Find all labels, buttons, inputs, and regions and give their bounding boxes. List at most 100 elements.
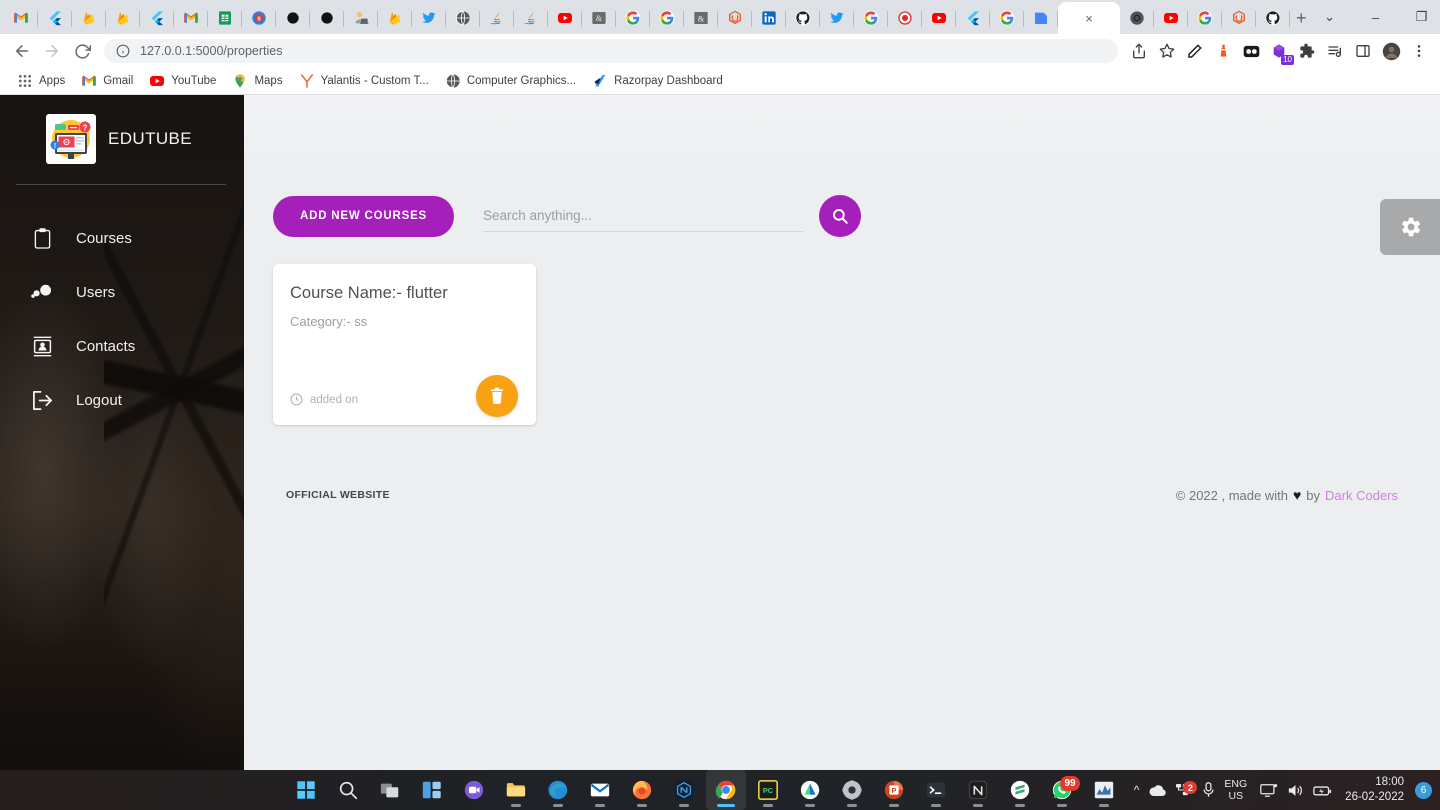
tab-3[interactable] — [106, 2, 140, 34]
tab-right-2[interactable] — [1188, 2, 1222, 34]
sidebar-item-courses[interactable]: Courses — [0, 211, 244, 265]
tab-9[interactable] — [310, 2, 344, 34]
tab-11[interactable] — [378, 2, 412, 34]
delete-course-button[interactable] — [476, 375, 518, 417]
tab-27[interactable] — [922, 2, 956, 34]
puzzle-extensions-icon[interactable] — [1294, 38, 1320, 64]
tab-15[interactable] — [514, 2, 548, 34]
bookmark-4[interactable]: Yalantis - Custom T... — [292, 71, 436, 91]
official-website-label[interactable]: OFFICIAL WEBSITE — [286, 489, 390, 501]
address-bar[interactable]: 127.0.0.1:5000/properties — [104, 39, 1118, 63]
kebab-menu-icon[interactable] — [1406, 38, 1432, 64]
tab-30[interactable] — [1024, 2, 1058, 34]
taskbar-whatsapp-icon[interactable]: 99 — [1042, 770, 1082, 810]
tab-right-4[interactable] — [1256, 2, 1290, 34]
taskbar-widgets-icon[interactable] — [412, 770, 452, 810]
tab-right-1[interactable] — [1154, 2, 1188, 34]
tab-26[interactable] — [888, 2, 922, 34]
taskbar-sublime-icon[interactable] — [1000, 770, 1040, 810]
taskbar-file-explorer-icon[interactable] — [496, 770, 536, 810]
tab-10[interactable] — [344, 2, 378, 34]
tab-20[interactable]: & — [684, 2, 718, 34]
volume-icon[interactable] — [1287, 783, 1304, 798]
tab-29[interactable] — [990, 2, 1024, 34]
tab-7[interactable]: S — [242, 2, 276, 34]
tab-4[interactable] — [140, 2, 174, 34]
tab-23[interactable] — [786, 2, 820, 34]
sidebar-item-contacts[interactable]: Contacts — [0, 319, 244, 373]
tab-right-3[interactable] — [1222, 2, 1256, 34]
tab-16[interactable] — [548, 2, 582, 34]
taskbar-android-studio-icon[interactable] — [790, 770, 830, 810]
tab-18[interactable] — [616, 2, 650, 34]
tab-28[interactable] — [956, 2, 990, 34]
tab-21[interactable] — [718, 2, 752, 34]
clock[interactable]: 18:00 26-02-2022 — [1345, 775, 1404, 805]
tray-chevron-icon[interactable]: ^ — [1134, 783, 1140, 797]
taskbar-terminal-icon[interactable] — [916, 770, 956, 810]
sidepanel-icon[interactable] — [1350, 38, 1376, 64]
bookmark-2[interactable]: YouTube — [142, 71, 223, 91]
taskbar-pycharm-icon[interactable]: PC — [748, 770, 788, 810]
tab-13[interactable] — [446, 2, 480, 34]
taskbar-task-view-icon[interactable] — [370, 770, 410, 810]
battery-icon[interactable] — [1313, 784, 1332, 797]
close-icon[interactable]: × — [1085, 12, 1093, 25]
dark-coders-link[interactable]: Dark Coders — [1325, 488, 1398, 503]
tab-17[interactable]: & — [582, 2, 616, 34]
course-card[interactable]: Course Name:- flutter Category:- ss adde… — [273, 264, 536, 425]
taskbar-chrome-icon[interactable] — [706, 770, 746, 810]
bookmark-6[interactable]: Razorpay Dashboard — [585, 71, 730, 91]
tab-12[interactable] — [412, 2, 446, 34]
reload-button[interactable] — [68, 37, 96, 65]
tab-14[interactable] — [480, 2, 514, 34]
tab-right-0[interactable] — [1120, 2, 1154, 34]
bookmark-5[interactable]: Computer Graphics... — [438, 71, 583, 91]
taskbar-firefox-icon[interactable] — [622, 770, 662, 810]
bookmark-0[interactable]: Apps — [10, 71, 72, 91]
info-circle-icon[interactable] — [116, 44, 130, 58]
tab-active[interactable]: × — [1058, 2, 1120, 34]
pen-icon[interactable] — [1182, 38, 1208, 64]
taskbar-powerpoint-icon[interactable]: P — [874, 770, 914, 810]
tab-24[interactable] — [820, 2, 854, 34]
tab-19[interactable] — [650, 2, 684, 34]
tab-8[interactable] — [276, 2, 310, 34]
search-button[interactable] — [819, 195, 862, 237]
lighthouse-icon[interactable] — [1210, 38, 1236, 64]
onedrive-icon[interactable] — [1148, 783, 1167, 797]
display-icon[interactable] — [1260, 783, 1278, 798]
network-icon[interactable]: 2 — [1176, 781, 1198, 797]
tab-5[interactable] — [174, 2, 208, 34]
profile-avatar[interactable] — [1378, 38, 1404, 64]
floating-settings-button[interactable] — [1380, 199, 1440, 255]
bookmark-star-icon[interactable] — [1154, 38, 1180, 64]
forward-button[interactable] — [38, 37, 66, 65]
taskbar-analytics-icon[interactable] — [1084, 770, 1124, 810]
tab-1[interactable] — [38, 2, 72, 34]
microphone-icon[interactable] — [1202, 782, 1215, 798]
taskbar-mail-icon[interactable] — [580, 770, 620, 810]
notification-count-badge[interactable]: 6 — [1415, 781, 1432, 799]
taskbar-nodejs-icon[interactable] — [664, 770, 704, 810]
add-new-courses-button[interactable]: ADD NEW COURSES — [273, 195, 455, 237]
bookmark-3[interactable]: Maps — [225, 71, 289, 91]
tab-25[interactable] — [854, 2, 888, 34]
minimize-button[interactable]: – — [1353, 1, 1399, 33]
tab-search-dropdown-icon[interactable]: ⌄ — [1307, 1, 1353, 33]
back-button[interactable] — [8, 37, 36, 65]
taskbar-settings-gear-icon[interactable] — [832, 770, 872, 810]
tab-2[interactable] — [72, 2, 106, 34]
maximize-button[interactable]: ❐ — [1399, 1, 1440, 33]
language-indicator[interactable]: ENG US — [1224, 778, 1247, 802]
taskbar-edge-icon[interactable] — [538, 770, 578, 810]
taskbar-teams-chat-icon[interactable] — [454, 770, 494, 810]
purple-extension-icon[interactable]: 10 — [1266, 38, 1294, 65]
bookmark-1[interactable]: Gmail — [74, 71, 140, 91]
tab-6[interactable] — [208, 2, 242, 34]
taskbar-search-icon[interactable] — [328, 770, 368, 810]
new-tab-button[interactable]: + — [1296, 4, 1307, 32]
taskbar-notion-icon[interactable] — [958, 770, 998, 810]
taskbar-start-windows-icon[interactable] — [286, 770, 326, 810]
share-icon[interactable] — [1126, 38, 1152, 64]
